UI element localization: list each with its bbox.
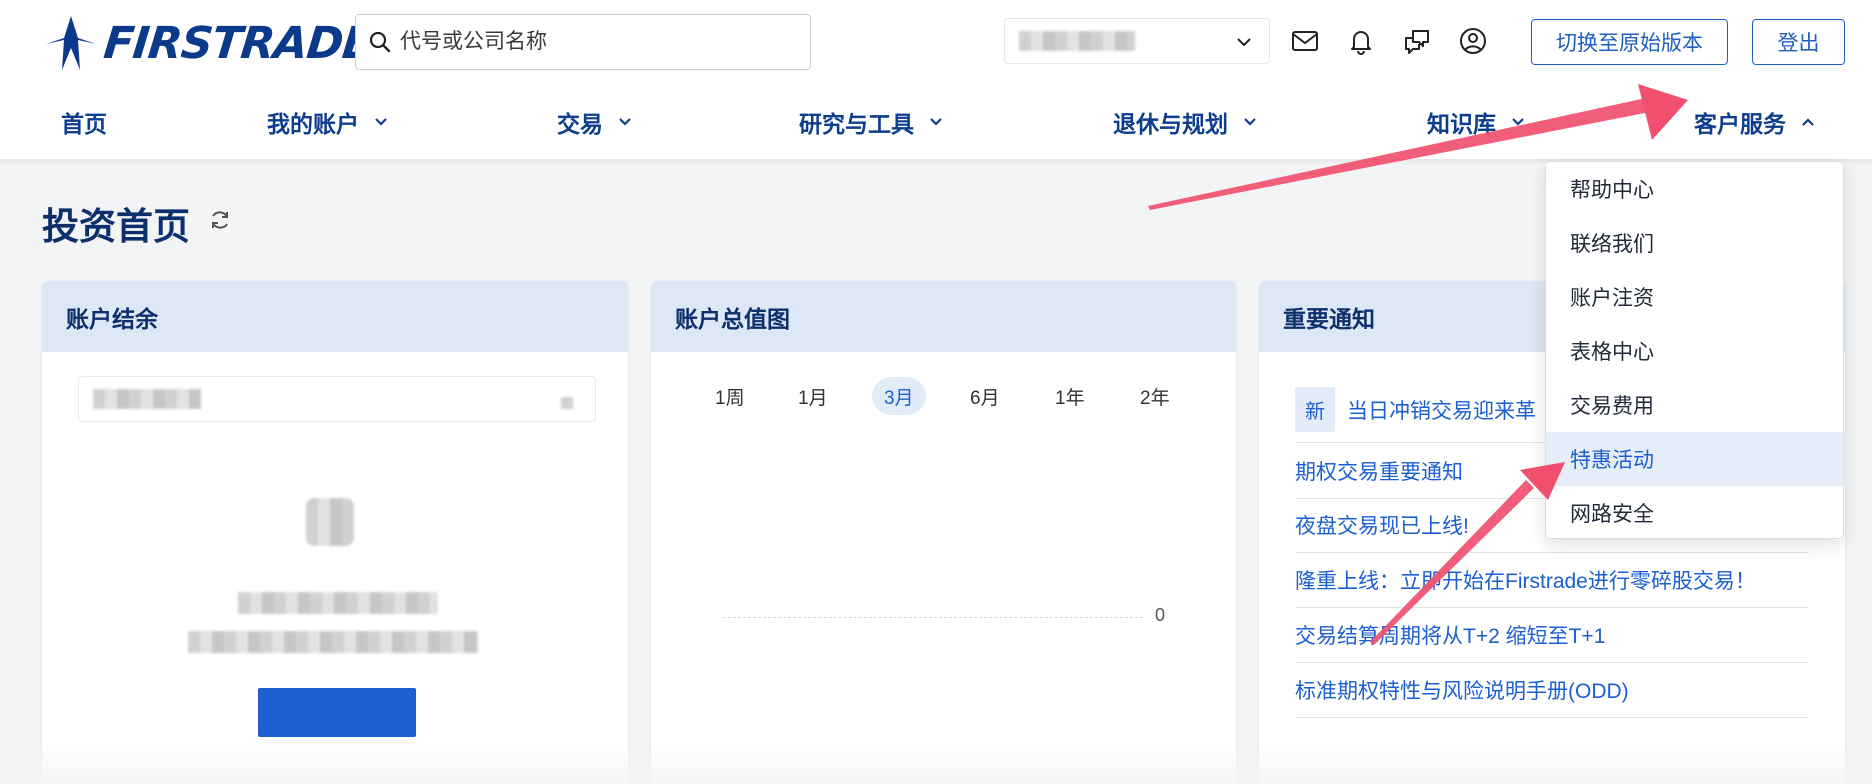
notice-item[interactable]: 交易结算周期将从T+2 缩短至T+1 [1295,619,1809,663]
new-badge: 新 [1295,387,1335,432]
range-tab-1y[interactable]: 1年 [1043,377,1097,415]
search-box[interactable] [355,14,811,70]
switch-version-button[interactable]: 切换至原始版本 [1531,19,1728,65]
search-input[interactable] [400,30,780,54]
range-tab-2y[interactable]: 2年 [1128,377,1182,415]
account-balance-title: 账户结余 [42,281,628,352]
chart-range-tabs: 1周 1月 3月 6月 1年 2年 [651,377,1236,417]
blurred-account-number [93,389,201,409]
menu-item-promotions[interactable]: 特惠活动 [1546,432,1843,486]
chevron-down-icon [1244,118,1256,126]
account-value-chart-title: 账户总值图 [651,281,1236,352]
menu-item-help-center[interactable]: 帮助中心 [1546,162,1843,216]
range-tab-1m[interactable]: 1月 [786,377,840,415]
header: FIRSTRADE 切换至原始版本 登出 首页 我的账户 [0,0,1872,160]
nav-trade-label: 交易 [557,111,603,137]
chevron-down-icon [1237,38,1251,47]
nav-trade[interactable]: 交易 [557,104,633,140]
blurred-account-number [1019,31,1135,51]
refresh-icon[interactable] [208,208,232,232]
chevron-down-icon [1512,118,1524,126]
account-balance-card: 账户结余 [42,281,628,784]
menu-item-trading-fees[interactable]: 交易费用 [1546,378,1843,432]
bell-icon[interactable] [1346,26,1376,56]
blurred-selector-caret [561,397,573,409]
range-tab-6m[interactable]: 6月 [958,377,1012,415]
nav-research-tools-label: 研究与工具 [799,111,914,137]
page-title: 投资首页 [42,206,190,247]
logout-button[interactable]: 登出 [1752,19,1845,65]
nav-knowledge-base-label: 知识库 [1427,111,1496,137]
nav-my-account-label: 我的账户 [267,111,359,137]
chevron-up-icon [1802,118,1814,126]
menu-item-forms-center[interactable]: 表格中心 [1546,324,1843,378]
notice-item[interactable]: 隆重上线：立即开始在Firstrade进行零碎股交易！ [1295,564,1809,608]
customer-service-dropdown: 帮助中心 联络我们 账户注资 表格中心 交易费用 特惠活动 网路安全 [1545,161,1844,539]
notice-item[interactable]: 标准期权特性与风险说明手册(ODD) [1295,674,1809,718]
menu-item-contact-us[interactable]: 联络我们 [1546,216,1843,270]
logo-mark-icon [46,16,96,70]
nav-customer-service-label: 客户服务 [1694,111,1786,137]
nav-home[interactable]: 首页 [61,104,107,140]
blurred-empty-state-text [238,592,438,614]
bottom-fade [0,740,1872,784]
search-icon [369,31,391,53]
blurred-empty-state-icon [306,498,354,546]
blurred-action-button[interactable] [258,688,416,737]
menu-item-web-security[interactable]: 网路安全 [1546,486,1843,540]
firstrade-logo[interactable]: FIRSTRADE [42,14,375,72]
chevron-down-icon [375,118,387,126]
chat-icon[interactable] [1402,26,1432,56]
nav-knowledge-base[interactable]: 知识库 [1427,104,1526,140]
user-icon[interactable] [1458,26,1488,56]
chevron-down-icon [619,118,631,126]
range-tab-1w[interactable]: 1周 [703,377,757,415]
balance-account-selector[interactable] [78,376,596,422]
chevron-down-icon [930,118,942,126]
brand-name: FIRSTRADE [101,17,375,69]
nav-home-label: 首页 [61,111,107,137]
nav-my-account[interactable]: 我的账户 [267,104,389,140]
account-selector[interactable] [1004,18,1270,64]
mail-icon[interactable] [1290,26,1320,56]
nav-retirement-planning[interactable]: 退休与规划 [1113,104,1258,140]
blurred-empty-state-text [188,631,478,653]
chart-zero-label: 0 [1155,605,1166,625]
chart-zero-gridline [723,617,1143,618]
nav-research-tools[interactable]: 研究与工具 [799,104,944,140]
menu-item-fund-account[interactable]: 账户注资 [1546,270,1843,324]
notice-item-label: 当日冲销交易迎来革 [1347,400,1536,423]
nav-customer-service[interactable]: 客户服务 [1694,104,1816,140]
nav-retirement-planning-label: 退休与规划 [1113,111,1228,137]
range-tab-3m[interactable]: 3月 [872,377,926,415]
account-value-chart-card: 账户总值图 1周 1月 3月 6月 1年 2年 0 [651,281,1236,784]
